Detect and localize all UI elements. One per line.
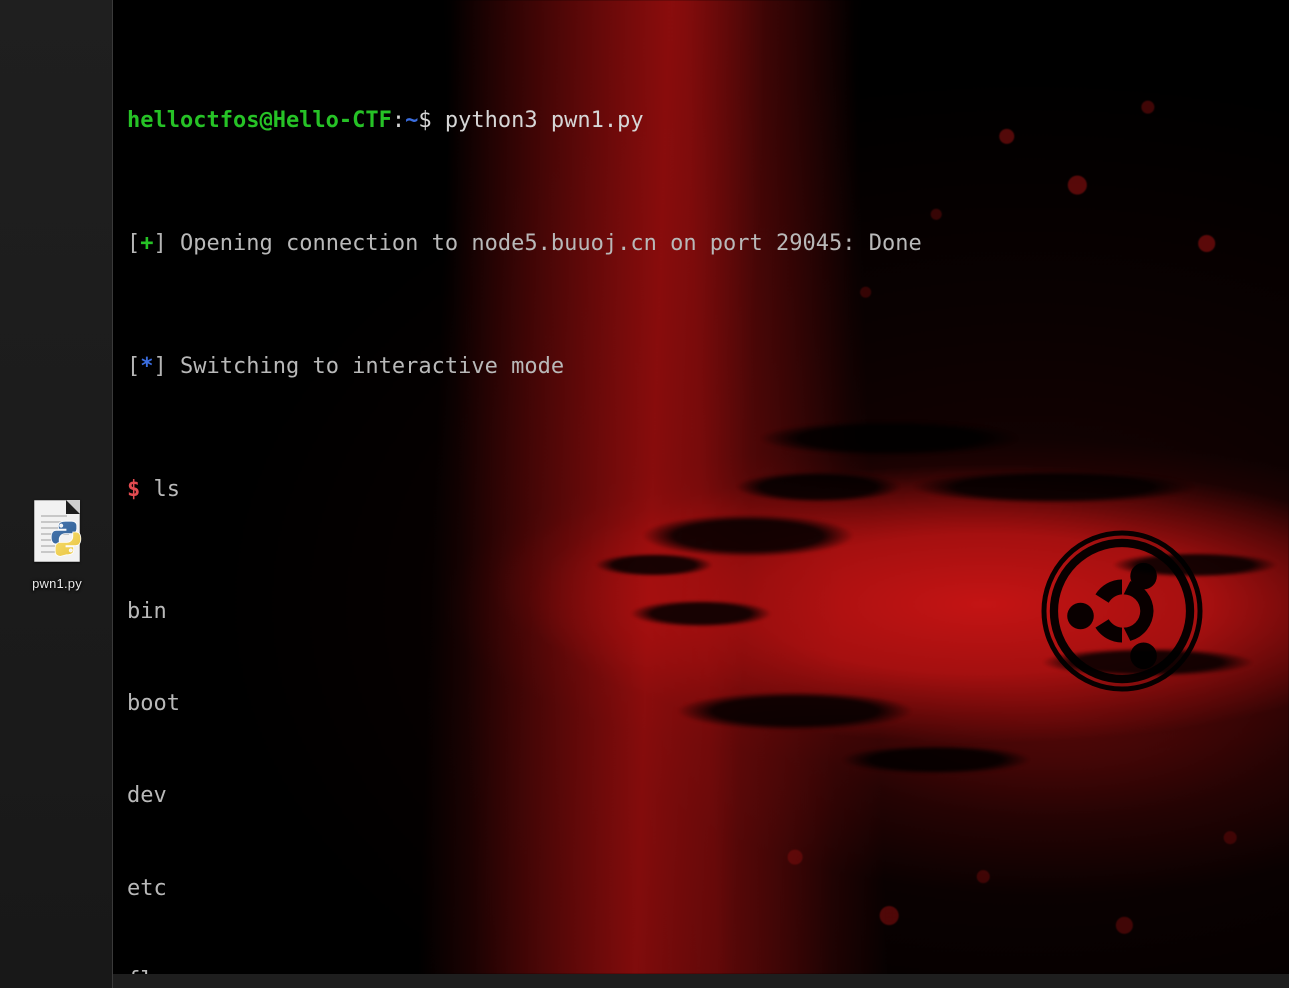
- terminal-line-status-info: [*] Switching to interactive mode: [127, 353, 565, 379]
- terminal-output[interactable]: helloctfos@Hello-CTF:~$ python3 pwn1.py …: [113, 0, 1289, 974]
- info-marker: *: [140, 353, 154, 379]
- status-text: Switching to interactive mode: [180, 353, 565, 379]
- status-text: Opening connection to node5.buuoj.cn on …: [180, 230, 922, 256]
- terminal-line-output: boot: [127, 689, 1279, 720]
- remote-prompt-symbol: $: [127, 476, 141, 502]
- python-logo-icon: [50, 520, 82, 557]
- terminal-line-output: dev: [127, 781, 1279, 812]
- prompt-separator: :: [391, 108, 406, 134]
- output-text: dev: [127, 783, 167, 809]
- terminal-line-status-ok: [+] Opening connection to node5.buuoj.cn…: [127, 230, 922, 256]
- output-text: flag: [127, 968, 180, 974]
- terminal-line-output: etc: [127, 874, 1279, 905]
- ok-marker: +: [140, 230, 154, 256]
- desktop-icon-pwn1-py[interactable]: pwn1.py: [8, 498, 106, 591]
- output-text: etc: [127, 875, 167, 901]
- prompt-user-host: helloctfos@Hello-CTF: [127, 108, 392, 134]
- command-text: python3 pwn1.py: [444, 108, 644, 134]
- output-text: boot: [127, 691, 180, 717]
- python-file-icon: [26, 498, 88, 570]
- command-text: ls: [153, 476, 181, 502]
- terminal-window[interactable]: helloctfos@Hello-CTF:~$ python3 pwn1.py …: [113, 0, 1289, 974]
- terminal-line-remote-command: $ ls: [127, 475, 1279, 506]
- desktop-background[interactable]: pwn1.py: [0, 0, 113, 988]
- prompt-path: ~: [405, 108, 419, 134]
- terminal-line-prompt-command: helloctfos@Hello-CTF:~$ python3 pwn1.py: [127, 106, 1279, 137]
- output-text: bin: [127, 599, 167, 625]
- prompt-symbol: $: [418, 108, 432, 134]
- terminal-line-output: flag: [127, 966, 1279, 974]
- desktop-icon-label: pwn1.py: [32, 576, 82, 591]
- terminal-line-output: bin: [127, 597, 1279, 628]
- desktop-screen: pwn1.py helloctfos@Hello-CTF:~$ python3 …: [0, 0, 1289, 988]
